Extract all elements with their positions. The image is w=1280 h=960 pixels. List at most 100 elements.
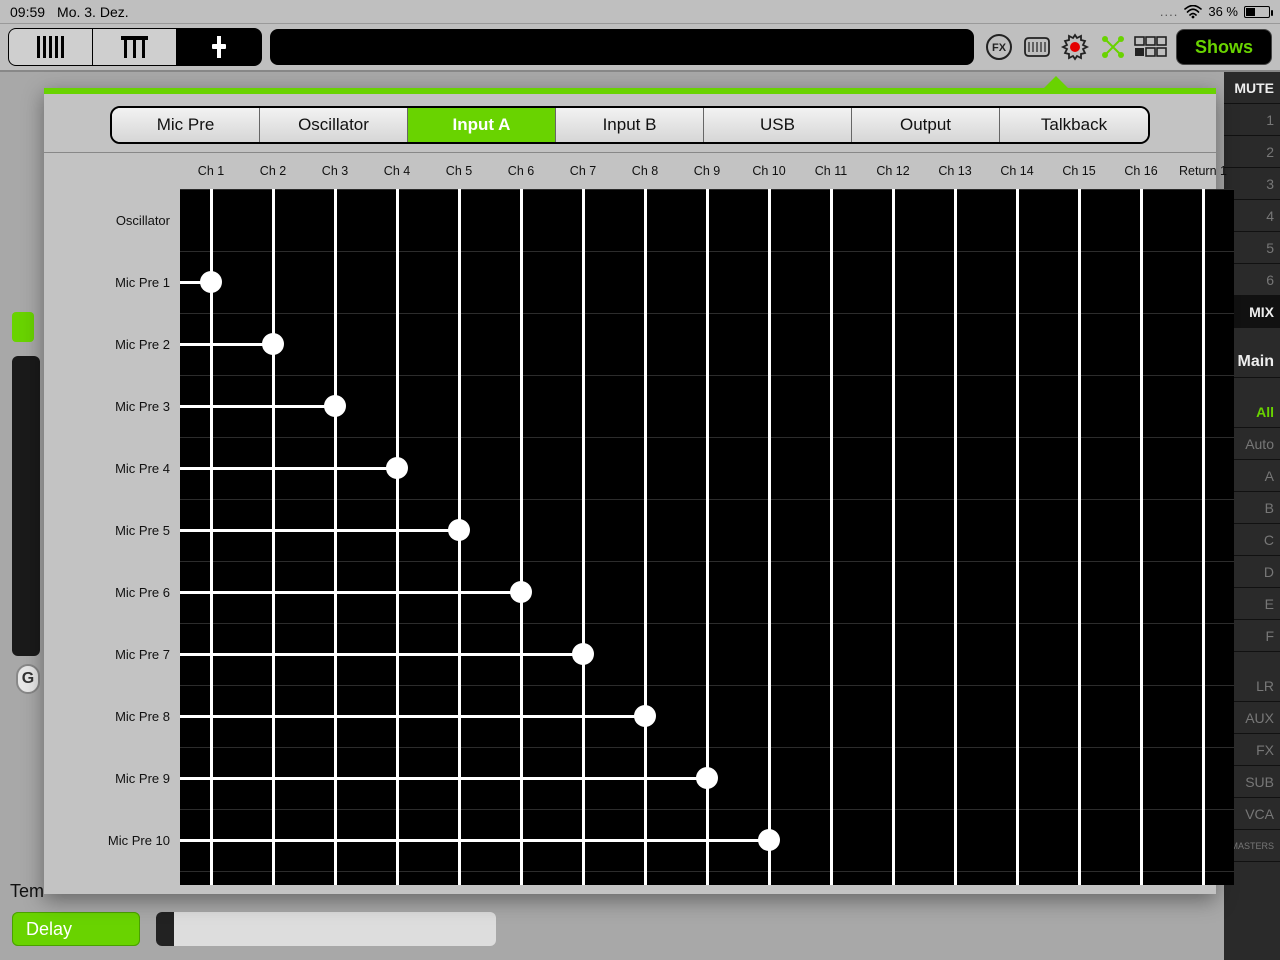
- channel-line: [1016, 189, 1019, 885]
- status-date: Mo. 3. Dez.: [57, 4, 129, 20]
- channel-line: [830, 189, 833, 885]
- modal-pointer-icon: [1042, 76, 1070, 90]
- row-label: Mic Pre 5: [44, 499, 178, 561]
- gear-icon[interactable]: [1058, 30, 1092, 64]
- fx-icon[interactable]: FX: [982, 30, 1016, 64]
- patch-node[interactable]: [634, 705, 656, 727]
- patch-node[interactable]: [758, 829, 780, 851]
- channel-name-display[interactable]: [270, 29, 974, 65]
- tab-mic-pre[interactable]: Mic Pre: [112, 108, 260, 142]
- patch-grid[interactable]: [180, 189, 1234, 885]
- patch-node[interactable]: [386, 457, 408, 479]
- patch-node[interactable]: [448, 519, 470, 541]
- row-label: Mic Pre 4: [44, 437, 178, 499]
- row-label: Mic Pre 7: [44, 623, 178, 685]
- row-label: Mic Pre 6: [44, 561, 178, 623]
- cell-signal-dots-icon: ....: [1160, 4, 1178, 19]
- delay-slider[interactable]: [156, 912, 496, 946]
- channel-line: [396, 189, 399, 885]
- mute-group-1[interactable]: 1: [1224, 104, 1280, 136]
- col-header: Ch 14: [986, 164, 1048, 178]
- tab-oscillator[interactable]: Oscillator: [260, 108, 408, 142]
- patch-node[interactable]: [510, 581, 532, 603]
- col-header: Ch 4: [366, 164, 428, 178]
- channel-line: [272, 189, 275, 885]
- channel-line: [768, 189, 771, 885]
- tab-talkback[interactable]: Talkback: [1000, 108, 1148, 142]
- row-label: Mic Pre 8: [44, 685, 178, 747]
- patch-matrix-wrap: Ch 1Ch 2Ch 3Ch 4Ch 5Ch 6Ch 7Ch 8Ch 9Ch 1…: [44, 153, 1216, 885]
- patch-node[interactable]: [324, 395, 346, 417]
- view-mode-meters[interactable]: [9, 29, 93, 65]
- col-header: Ch 12: [862, 164, 924, 178]
- battery-icon: [1244, 6, 1270, 18]
- channel-line: [954, 189, 957, 885]
- view-mode-single[interactable]: [177, 29, 261, 65]
- col-header: Return 1: [1172, 164, 1234, 178]
- col-header: Ch 9: [676, 164, 738, 178]
- channel-line: [644, 189, 647, 885]
- patch-node[interactable]: [262, 333, 284, 355]
- view-mode-toggle: [8, 28, 262, 66]
- patch-node[interactable]: [572, 643, 594, 665]
- row-label: Oscillator: [44, 189, 178, 251]
- row-label: Mic Pre 10: [44, 809, 178, 871]
- channel-line: [892, 189, 895, 885]
- main-toolbar: FX Shows: [0, 24, 1280, 72]
- row-label: Mic Pre 1: [44, 251, 178, 313]
- faders-icon: [124, 36, 145, 58]
- patch-node[interactable]: [200, 271, 222, 293]
- col-header: Ch 15: [1048, 164, 1110, 178]
- col-header: Ch 11: [800, 164, 862, 178]
- col-header: Ch 3: [304, 164, 366, 178]
- row-label: Mic Pre 2: [44, 313, 178, 375]
- status-bar: 09:59 Mo. 3. Dez. .... 36 %: [0, 0, 1280, 24]
- keyboard-icon[interactable]: [1020, 30, 1054, 64]
- col-header: Ch 8: [614, 164, 676, 178]
- view-mode-faders[interactable]: [93, 29, 177, 65]
- col-header: Ch 5: [428, 164, 490, 178]
- channel-line: [1202, 189, 1205, 885]
- status-time: 09:59: [10, 4, 45, 20]
- routing-tab-row: Mic PreOscillatorInput AInput BUSBOutput…: [44, 94, 1216, 153]
- delay-button[interactable]: Delay: [12, 912, 140, 946]
- row-labels: OscillatorMic Pre 1Mic Pre 2Mic Pre 3Mic…: [44, 189, 178, 871]
- bg-bottom-label: Tem: [10, 881, 44, 902]
- tab-input-b[interactable]: Input B: [556, 108, 704, 142]
- delay-label: Delay: [26, 919, 72, 940]
- routing-tab-bar: Mic PreOscillatorInput AInput BUSBOutput…: [110, 106, 1150, 144]
- col-header: Ch 10: [738, 164, 800, 178]
- wifi-icon: [1184, 5, 1202, 19]
- battery-percent: 36 %: [1208, 4, 1238, 19]
- patch-node[interactable]: [696, 767, 718, 789]
- channel-line: [1140, 189, 1143, 885]
- col-header: Ch 16: [1110, 164, 1172, 178]
- bg-knob[interactable]: G: [16, 664, 40, 694]
- tab-usb[interactable]: USB: [704, 108, 852, 142]
- col-header: Ch 13: [924, 164, 986, 178]
- channel-line: [582, 189, 585, 885]
- single-fader-icon: [217, 36, 221, 58]
- routing-modal: Mic PreOscillatorInput AInput BUSBOutput…: [44, 88, 1216, 894]
- tab-output[interactable]: Output: [852, 108, 1000, 142]
- col-header: Ch 2: [242, 164, 304, 178]
- tab-input-a[interactable]: Input A: [408, 108, 556, 142]
- bg-green-button[interactable]: [12, 312, 34, 342]
- row-label: Mic Pre 9: [44, 747, 178, 809]
- channel-line: [210, 189, 213, 885]
- column-headers: Ch 1Ch 2Ch 3Ch 4Ch 5Ch 6Ch 7Ch 8Ch 9Ch 1…: [180, 153, 1216, 189]
- routing-icon[interactable]: [1096, 30, 1130, 64]
- meters-grid-icon[interactable]: [1134, 30, 1168, 64]
- mute-header: MUTE: [1224, 72, 1280, 104]
- channel-line: [520, 189, 523, 885]
- shows-button[interactable]: Shows: [1176, 29, 1272, 65]
- channel-line: [334, 189, 337, 885]
- col-header: Ch 7: [552, 164, 614, 178]
- delay-slider-fill: [156, 912, 174, 946]
- col-header: Ch 1: [180, 164, 242, 178]
- col-header: Ch 6: [490, 164, 552, 178]
- channel-line: [1078, 189, 1081, 885]
- bg-dark-panel: [12, 356, 40, 656]
- shows-label: Shows: [1195, 37, 1253, 58]
- svg-text:FX: FX: [992, 42, 1007, 54]
